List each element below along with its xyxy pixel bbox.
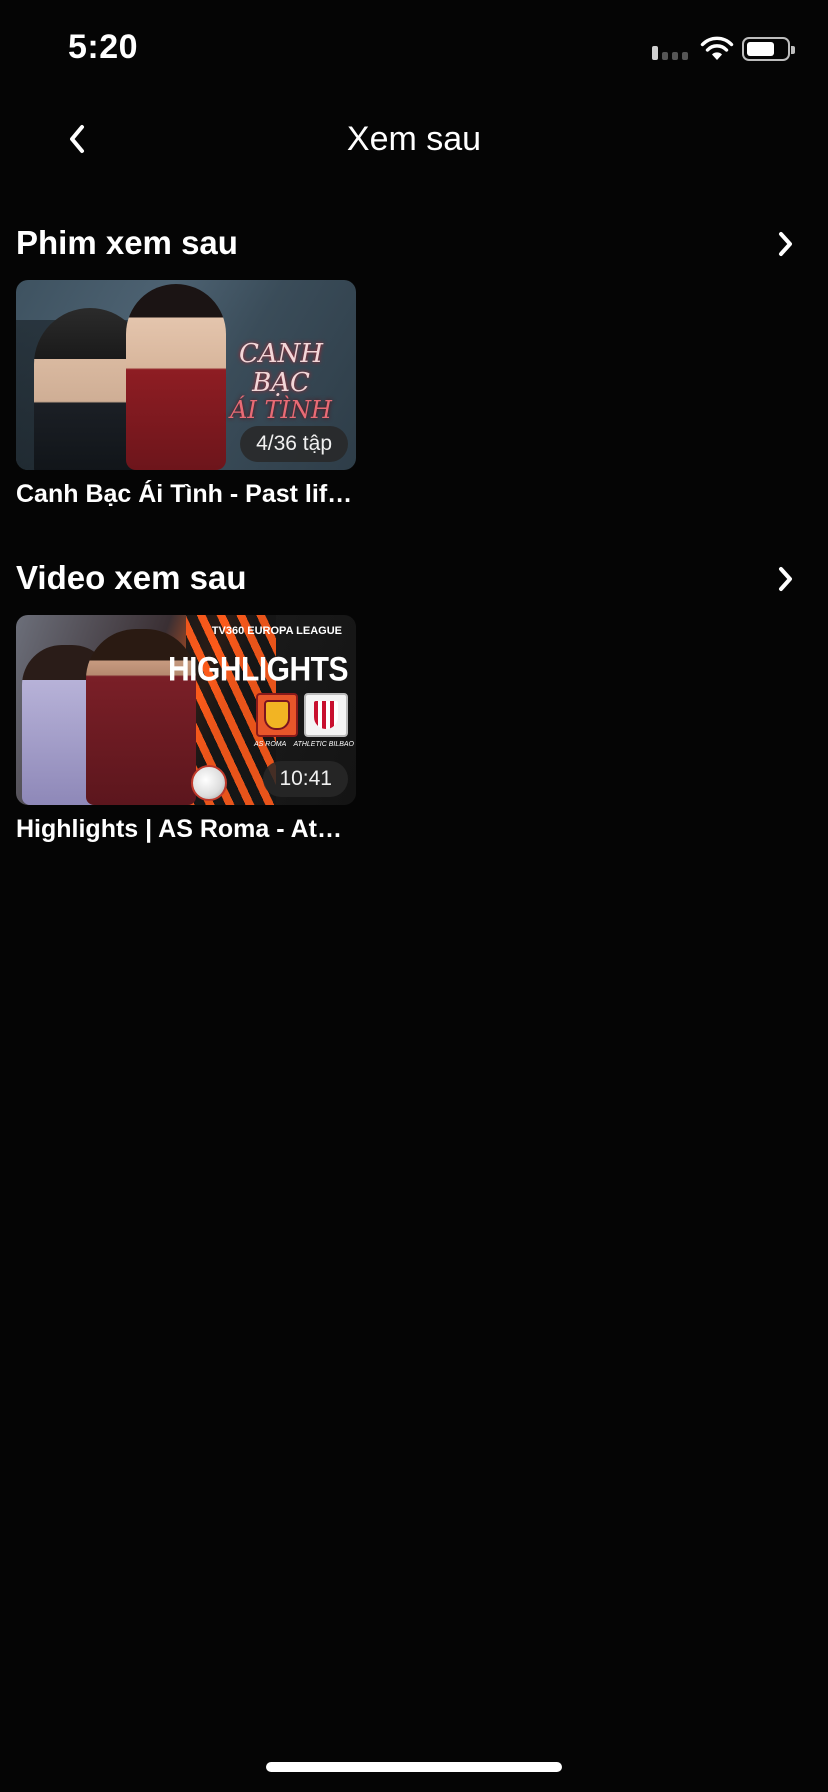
- video-card[interactable]: TV360 EUROPA LEAGUE HIGHLIGHTS AS ROMA A…: [16, 615, 356, 844]
- athletic-crest-icon: [304, 693, 348, 737]
- status-time: 5:20: [68, 28, 139, 66]
- cellular-signal-icon: [652, 46, 692, 60]
- section-see-all-button[interactable]: [768, 226, 804, 262]
- thumbnail-brand: TV360 EUROPA LEAGUE: [211, 625, 342, 637]
- roma-crest-icon: [256, 693, 298, 737]
- movie-card[interactable]: CANH BẠC ÁI TÌNH 4/36 tập Canh Bạc Ái Tì…: [16, 280, 356, 509]
- page-title: Xem sau: [346, 120, 482, 158]
- section-header[interactable]: Phim xem sau: [16, 214, 812, 274]
- thumbnail-title-line1: CANH BẠC: [238, 339, 324, 398]
- thumbnail-title-logo: CANH BẠC ÁI TÌNH: [216, 340, 346, 424]
- section-header[interactable]: Video xem sau: [16, 549, 812, 609]
- thumbnail-title-line2: ÁI TÌNH: [230, 396, 332, 425]
- thumbnail-headline: HIGHLIGHTS: [168, 650, 349, 689]
- wifi-icon: [700, 36, 734, 60]
- section-title: Video xem sau: [16, 559, 247, 596]
- home-indicator[interactable]: [266, 1762, 562, 1772]
- section-videos-watch-later: Video xem sau TV360 EUROPA LEAGUE HIGHLI…: [16, 549, 812, 849]
- video-thumbnail[interactable]: TV360 EUROPA LEAGUE HIGHLIGHTS AS ROMA A…: [16, 615, 356, 805]
- section-movies-watch-later: Phim xem sau CANH BẠC ÁI TÌNH 4/36 tập C…: [16, 214, 812, 514]
- battery-icon: [742, 37, 795, 61]
- status-bar: 5:20: [0, 0, 828, 100]
- chevron-right-icon: [779, 567, 792, 591]
- movie-title[interactable]: Canh Bạc Ái Tình - Past life,...: [16, 480, 356, 509]
- movie-thumbnail[interactable]: CANH BẠC ÁI TÌNH 4/36 tập: [16, 280, 356, 470]
- section-see-all-button[interactable]: [768, 561, 804, 597]
- navigation-bar: Xem sau: [0, 100, 828, 180]
- section-title: Phim xem sau: [16, 224, 238, 261]
- duration-badge: 10:41: [263, 761, 348, 797]
- video-title[interactable]: Highlights | AS Roma - Athl...: [16, 815, 356, 844]
- thumbnail-team-labels: AS ROMA ATHLETIC BILBAO: [254, 741, 354, 748]
- team1-label: AS ROMA: [254, 741, 287, 748]
- episode-badge: 4/36 tập: [240, 426, 348, 462]
- chevron-right-icon: [779, 232, 792, 256]
- team2-label: ATHLETIC BILBAO: [293, 741, 354, 748]
- thumbnail-figure: [126, 284, 226, 470]
- football-icon: [191, 765, 227, 801]
